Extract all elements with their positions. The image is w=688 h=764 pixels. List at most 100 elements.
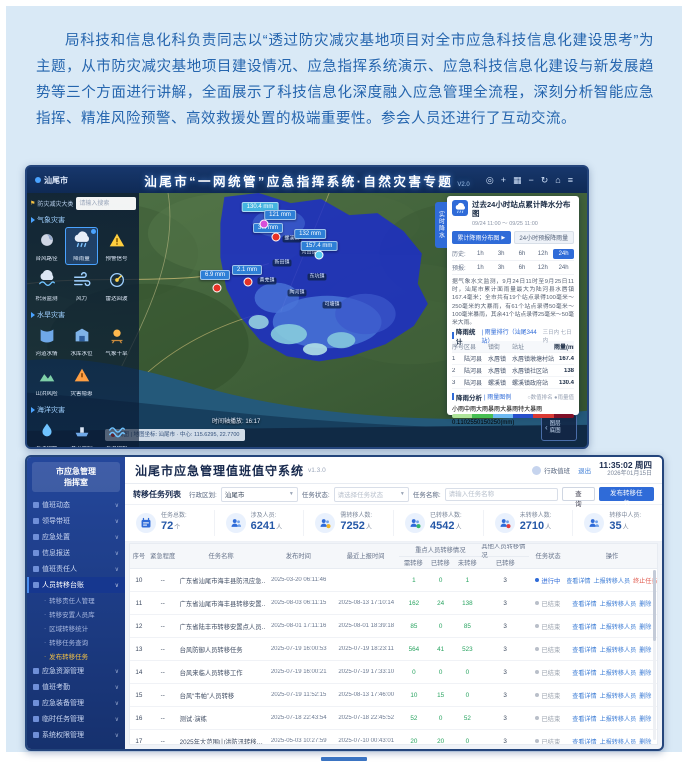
- range-option[interactable]: 24h: [553, 249, 574, 259]
- station-dot-icon[interactable]: [213, 284, 222, 293]
- sidebar-item[interactable]: 值班动态∨: [27, 497, 125, 513]
- sidebar-subitem[interactable]: 发布转移任务: [27, 649, 125, 663]
- sidebar-item[interactable]: 应急资源管理∨: [27, 663, 125, 679]
- range-option[interactable]: 6h: [512, 249, 533, 259]
- panel-vertical-tab[interactable]: 实时降水: [435, 202, 447, 248]
- rain-marker[interactable]: 157.4 mm: [301, 241, 338, 251]
- action-link[interactable]: 上报转移人员: [600, 691, 637, 700]
- zoom-out-icon[interactable]: −: [528, 167, 533, 193]
- range-option[interactable]: 12h: [532, 263, 553, 273]
- refresh-icon[interactable]: ↻: [541, 167, 549, 193]
- rank-data-row[interactable]: 1陆河县水唇镇水唇镇墩塘村站167.4: [452, 353, 574, 365]
- action-link[interactable]: 删除: [639, 645, 651, 654]
- table-row[interactable]: 17--2025年大范围山洪防汛转移…2025-05-03 10:27:5920…: [130, 730, 657, 745]
- action-link[interactable]: 查看详情: [572, 737, 596, 746]
- table-row[interactable]: 14--台风来临人员转移工作2025-07-19 16:00:212025-07…: [130, 661, 657, 684]
- action-link[interactable]: 查看详情: [572, 645, 596, 654]
- action-link[interactable]: 上报转移人员: [600, 622, 637, 631]
- map-layer-tile[interactable]: 灾害隐患: [65, 362, 98, 400]
- tab-cumulative-rainfall[interactable]: 累计降雨分布图▶: [452, 231, 511, 244]
- sidebar-subitem[interactable]: 区域转移统计: [27, 621, 125, 635]
- publish-task-button[interactable]: 发布转移任务: [599, 487, 654, 501]
- map-layer-tile[interactable]: 台风路径: [30, 227, 63, 265]
- sidebar-item[interactable]: 值班考勤∨: [27, 679, 125, 695]
- action-link[interactable]: 上报转移人员: [600, 599, 637, 608]
- action-link[interactable]: 上报转移人员: [600, 645, 637, 654]
- rain-marker[interactable]: 2.1 mm: [232, 265, 262, 275]
- rain-marker[interactable]: 121 mm: [264, 210, 296, 220]
- action-link[interactable]: 删除: [639, 737, 651, 746]
- map-layer-tile[interactable]: 水库水位: [65, 322, 98, 360]
- sidebar-item[interactable]: 人员转移台账∨: [27, 577, 125, 593]
- action-link[interactable]: 查看详情: [572, 599, 596, 608]
- logout-link[interactable]: 退出: [578, 465, 591, 475]
- map-mini-toggle[interactable]: ‹ 图层 底图: [541, 414, 577, 441]
- map-layer-tile[interactable]: 河道水情: [30, 322, 63, 360]
- sidebar-subitem[interactable]: 转移安置人员库: [27, 607, 125, 621]
- range-option[interactable]: 1h: [470, 263, 491, 273]
- action-link[interactable]: 删除: [639, 622, 651, 631]
- rank-data-row[interactable]: 2陆河县水唇镇水唇镇社区站138: [452, 365, 574, 377]
- sidebar-item[interactable]: 临时任务管理∨: [27, 711, 125, 727]
- search-button[interactable]: 查询: [562, 487, 594, 501]
- layer-search-input[interactable]: [76, 197, 136, 210]
- zoom-in-icon[interactable]: +: [501, 167, 506, 193]
- table-row[interactable]: 10--广东省汕尾市海丰县防汛应急…2025-03-20 06:11:46101…: [130, 569, 657, 592]
- action-link[interactable]: 删除: [639, 714, 651, 723]
- rain-marker[interactable]: 6.9 mm: [200, 270, 230, 280]
- table-row[interactable]: 16--测试·演练2025-07-18 22:43:542025-07-18 2…: [130, 707, 657, 730]
- table-scrollbar[interactable]: [653, 570, 656, 740]
- range-option[interactable]: 12h: [532, 249, 553, 259]
- action-link[interactable]: 查看详情: [572, 622, 596, 631]
- action-link[interactable]: 上报转移人员: [600, 737, 637, 746]
- tab-forecast-rainfall[interactable]: 24小时预报降雨量: [514, 231, 575, 244]
- action-link[interactable]: 查看详情: [572, 691, 596, 700]
- action-link[interactable]: 查看详情: [572, 668, 596, 677]
- layers-icon[interactable]: ▦: [513, 167, 522, 193]
- station-dot-icon[interactable]: [244, 278, 253, 287]
- range-option[interactable]: 1h: [470, 249, 491, 259]
- range-option[interactable]: 24h: [553, 263, 574, 273]
- locate-icon[interactable]: ◎: [486, 167, 494, 193]
- action-link[interactable]: 上报转移人员: [600, 714, 637, 723]
- map-layer-tile[interactable]: 海浪预报: [100, 417, 133, 447]
- range-option[interactable]: 3h: [491, 263, 512, 273]
- sidebar-item[interactable]: 信息报送∨: [27, 545, 125, 561]
- range-option[interactable]: 3h: [491, 249, 512, 259]
- legend-toggles[interactable]: ○数值排名 ●雨量值: [527, 393, 574, 401]
- action-link[interactable]: 上报转移人员: [600, 668, 637, 677]
- home-icon[interactable]: ⌂: [555, 167, 560, 193]
- sidebar-subitem[interactable]: 转移任务查询: [27, 635, 125, 649]
- map-layer-tile[interactable]: 气象干旱: [100, 322, 133, 360]
- table-row[interactable]: 11--广东省汕尾市海丰县转移安置…2025-08-03 06:11:15202…: [130, 592, 657, 615]
- map-layer-tile[interactable]: 降雨量: [65, 227, 98, 265]
- map-layer-tile[interactable]: 渔港监控: [65, 417, 98, 447]
- map-layer-tile[interactable]: 海洋预警: [30, 417, 63, 447]
- table-row[interactable]: 15--台风“韦帕”人员转移2025-07-19 11:52:152025-08…: [130, 684, 657, 707]
- sidebar-item[interactable]: 领导带班∨: [27, 513, 125, 529]
- station-dot-icon[interactable]: [272, 233, 281, 242]
- range-option[interactable]: 6h: [512, 263, 533, 273]
- table-row[interactable]: 13--台风防御人员转移任务2025-07-19 16:00:532025-07…: [130, 638, 657, 661]
- station-dot-icon[interactable]: [315, 251, 324, 260]
- sidebar-subitem[interactable]: 转移责任人管理: [27, 593, 125, 607]
- rain-marker[interactable]: 132 mm: [294, 229, 326, 239]
- sidebar-item[interactable]: 应急装备管理∨: [27, 695, 125, 711]
- menu-icon[interactable]: ≡: [568, 167, 573, 193]
- map-layer-tile[interactable]: 山洪风险: [30, 362, 63, 400]
- table-row[interactable]: 12--广东省陆丰市转移安置点人员…2025-08-01 17:11:16202…: [130, 615, 657, 638]
- map-layer-tile[interactable]: 积涝监测: [30, 267, 63, 305]
- region-select[interactable]: 汕尾市▼: [221, 487, 298, 502]
- action-link[interactable]: 删除: [639, 691, 651, 700]
- sidebar-item[interactable]: 值班责任人∨: [27, 561, 125, 577]
- action-link[interactable]: 删除: [639, 599, 651, 608]
- action-link[interactable]: 查看详情: [567, 576, 591, 585]
- action-link[interactable]: 删除: [639, 668, 651, 677]
- rank-data-row[interactable]: 3陆河县螺溪镇螺溪镇政府站130.4: [452, 377, 574, 389]
- sidebar-item[interactable]: 应急处置∨: [27, 529, 125, 545]
- status-select[interactable]: 请选择任务状态▼: [334, 487, 409, 502]
- map-layer-tile[interactable]: 风力: [65, 267, 98, 305]
- map-layer-tile[interactable]: 预警信号: [100, 227, 133, 265]
- station-dot-icon[interactable]: [260, 220, 269, 229]
- map-layer-tile[interactable]: 雷达回波: [100, 267, 133, 305]
